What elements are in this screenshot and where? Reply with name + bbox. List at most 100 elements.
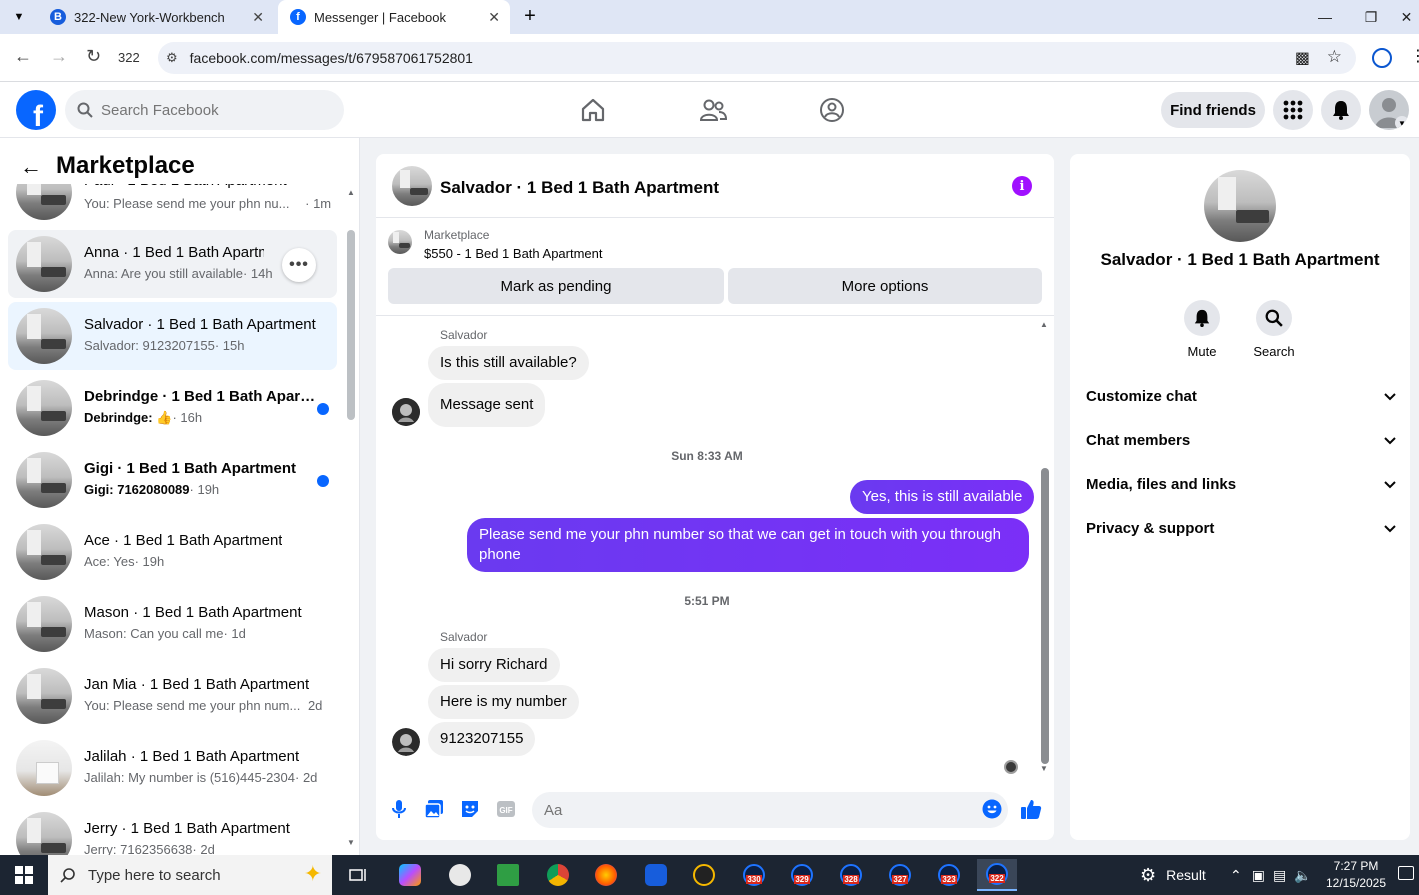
taskbar-app-329[interactable]: 329 bbox=[782, 859, 822, 891]
friends-icon[interactable] bbox=[695, 92, 731, 128]
conversation-item-mason[interactable]: Mason · 1 Bed 1 Bath Apartment Mason: Ca… bbox=[8, 590, 337, 658]
chat-title[interactable]: Salvador · 1 Bed 1 Bath Apartment bbox=[440, 178, 719, 198]
home-icon[interactable] bbox=[575, 92, 611, 128]
sticker-icon[interactable] bbox=[459, 798, 481, 820]
section-media-files-links[interactable]: Media, files and links bbox=[1086, 472, 1396, 496]
section-chat-members[interactable]: Chat members bbox=[1086, 428, 1396, 452]
menu-grid-icon[interactable] bbox=[1273, 90, 1313, 130]
conversation-item-debrindge[interactable]: Debrindge · 1 Bed 1 Bath Apart... Debrin… bbox=[8, 374, 337, 442]
facebook-search[interactable] bbox=[65, 90, 344, 130]
groups-icon[interactable] bbox=[814, 92, 850, 128]
chat-scroll-up-arrow[interactable]: ▲ bbox=[1040, 320, 1048, 329]
chat-scrollbar[interactable] bbox=[1041, 468, 1049, 764]
tab-workbench[interactable]: B 322-New York-Workbench ✕ bbox=[38, 0, 274, 34]
tab-search-button[interactable]: ▼ bbox=[8, 8, 30, 26]
close-tab-icon[interactable]: ✕ bbox=[252, 9, 264, 26]
site-settings-icon[interactable]: ⚙ bbox=[166, 50, 178, 66]
scroll-down-arrow[interactable]: ▼ bbox=[347, 838, 355, 847]
search-in-conversation-button[interactable]: Search bbox=[1244, 300, 1304, 359]
close-window-button[interactable]: ✕ bbox=[1394, 0, 1419, 34]
windows-start-icon[interactable] bbox=[0, 855, 48, 895]
volume-icon[interactable]: 🔈 bbox=[1294, 867, 1311, 884]
mark-as-pending-button[interactable]: Mark as pending bbox=[388, 268, 724, 304]
chat-scroll-down-arrow[interactable]: ▼ bbox=[1040, 764, 1048, 773]
bitwarden-icon[interactable] bbox=[636, 859, 676, 891]
firefox-icon[interactable] bbox=[586, 859, 626, 891]
message-bubble-outgoing[interactable]: Yes, this is still available bbox=[850, 480, 1035, 514]
profile-label[interactable]: 322 bbox=[118, 50, 140, 65]
conversation-item-gigi[interactable]: Gigi · 1 Bed 1 Bath Apartment Gigi: 7162… bbox=[8, 446, 337, 514]
sender-avatar[interactable] bbox=[392, 398, 420, 426]
minimize-button[interactable]: — bbox=[1302, 0, 1348, 34]
emoji-icon[interactable] bbox=[981, 798, 1003, 820]
task-view-icon[interactable] bbox=[338, 859, 378, 891]
maximize-button[interactable]: ❐ bbox=[1348, 0, 1394, 34]
notepad-icon[interactable] bbox=[488, 859, 528, 891]
tab-messenger[interactable]: f Messenger | Facebook ✕ bbox=[278, 0, 510, 34]
account-avatar[interactable]: ▼ bbox=[1369, 90, 1409, 130]
chrome-icon[interactable] bbox=[538, 859, 578, 891]
paint-icon[interactable] bbox=[440, 859, 480, 891]
listing-title[interactable]: $550 - 1 Bed 1 Bath Apartment bbox=[424, 246, 603, 261]
facebook-logo-icon[interactable]: f bbox=[16, 90, 56, 130]
taskbar-app-323[interactable]: 323 bbox=[929, 859, 969, 891]
taskbar-app-328[interactable]: 328 bbox=[831, 859, 871, 891]
contact-avatar[interactable] bbox=[1204, 170, 1276, 242]
scroll-up-arrow[interactable]: ▲ bbox=[347, 188, 355, 197]
forward-button[interactable]: → bbox=[50, 46, 68, 67]
more-options-button[interactable]: More options bbox=[728, 268, 1042, 304]
address-bar[interactable]: ⚙ facebook.com/messages/t/67958706175280… bbox=[158, 42, 1356, 74]
conversation-more-button[interactable]: ••• bbox=[282, 248, 316, 282]
notifications-bell-icon[interactable] bbox=[1321, 90, 1361, 130]
search-input[interactable] bbox=[101, 101, 301, 119]
menu-kebab-icon[interactable]: ⋮ bbox=[1410, 46, 1419, 66]
taskbar-app-330[interactable]: 330 bbox=[734, 859, 774, 891]
new-tab-button[interactable]: + bbox=[518, 4, 542, 28]
message-input[interactable] bbox=[532, 792, 1008, 828]
result-indicator[interactable]: ⚙ Result bbox=[1140, 855, 1206, 895]
message-bubble-outgoing[interactable]: Please send me your phn number so that w… bbox=[467, 518, 1029, 572]
notifications-icon[interactable] bbox=[1398, 866, 1414, 880]
microphone-icon[interactable] bbox=[388, 798, 410, 820]
section-customize-chat[interactable]: Customize chat bbox=[1086, 384, 1396, 408]
install-app-icon[interactable]: ▩ bbox=[1295, 48, 1310, 68]
system-tray[interactable]: ⌃ ▣ ▤ 🔈 bbox=[1230, 855, 1312, 895]
conversation-list-scrollbar[interactable] bbox=[347, 230, 355, 420]
bookmark-star-icon[interactable]: ☆ bbox=[1327, 47, 1342, 67]
message-bubble-incoming[interactable]: 9123207155 bbox=[428, 722, 536, 756]
message-bubble-incoming[interactable]: Is this still available? bbox=[428, 346, 589, 380]
xcode-app-icon[interactable] bbox=[684, 859, 724, 891]
taskbar-app-327[interactable]: 327 bbox=[880, 859, 920, 891]
conversation-item-ace[interactable]: Ace · 1 Bed 1 Bath Apartment Ace: Yes· 1… bbox=[8, 518, 337, 586]
conversation-item-jan-mia[interactable]: Jan Mia · 1 Bed 1 Bath Apartment You: Pl… bbox=[8, 662, 337, 730]
message-bubble-incoming[interactable]: Message sent bbox=[428, 383, 546, 427]
message-bubble-incoming[interactable]: Hi sorry Richard bbox=[428, 648, 560, 682]
find-friends-button[interactable]: Find friends bbox=[1161, 92, 1265, 128]
section-privacy-support[interactable]: Privacy & support bbox=[1086, 516, 1396, 540]
close-tab-icon[interactable]: ✕ bbox=[488, 9, 500, 26]
listing-thumbnail[interactable] bbox=[388, 230, 412, 254]
gif-icon[interactable]: GIF bbox=[495, 798, 517, 820]
message-bubble-incoming[interactable]: Here is my number bbox=[428, 685, 579, 719]
conversation-item-salvador[interactable]: Salvador · 1 Bed 1 Bath Apartment Salvad… bbox=[8, 302, 337, 370]
like-thumb-icon[interactable] bbox=[1020, 798, 1042, 820]
reload-button[interactable]: ↻ bbox=[86, 46, 101, 67]
conversation-item-jerry[interactable]: Jerry · 1 Bed 1 Bath Apartment Jerry: 71… bbox=[8, 806, 337, 855]
chat-avatar[interactable] bbox=[392, 166, 432, 206]
info-icon[interactable]: i bbox=[1012, 176, 1032, 196]
meet-icon[interactable]: ▣ bbox=[1252, 867, 1265, 884]
network-icon[interactable]: ▤ bbox=[1273, 867, 1286, 884]
profile-avatar-icon[interactable] bbox=[1372, 48, 1392, 68]
copilot-icon[interactable] bbox=[390, 859, 430, 891]
taskbar-search[interactable]: Type here to search ✦ bbox=[48, 855, 332, 895]
back-arrow-icon[interactable]: ← bbox=[20, 154, 42, 180]
taskbar-app-322[interactable]: 322 bbox=[977, 859, 1017, 891]
sender-avatar[interactable] bbox=[392, 728, 420, 756]
taskbar-clock[interactable]: 7:27 PM 12/15/2025 bbox=[1318, 858, 1394, 892]
photo-icon[interactable] bbox=[423, 798, 445, 820]
back-button[interactable]: ← bbox=[14, 46, 32, 67]
mute-button[interactable]: Mute bbox=[1172, 300, 1232, 359]
conversation-item-anna[interactable]: Anna · 1 Bed 1 Bath Apartment Anna: Are … bbox=[8, 230, 337, 298]
chevron-down-icon[interactable]: ▼ bbox=[1395, 116, 1409, 130]
conversation-item-jalilah[interactable]: Jalilah · 1 Bed 1 Bath Apartment Jalilah… bbox=[8, 734, 337, 802]
